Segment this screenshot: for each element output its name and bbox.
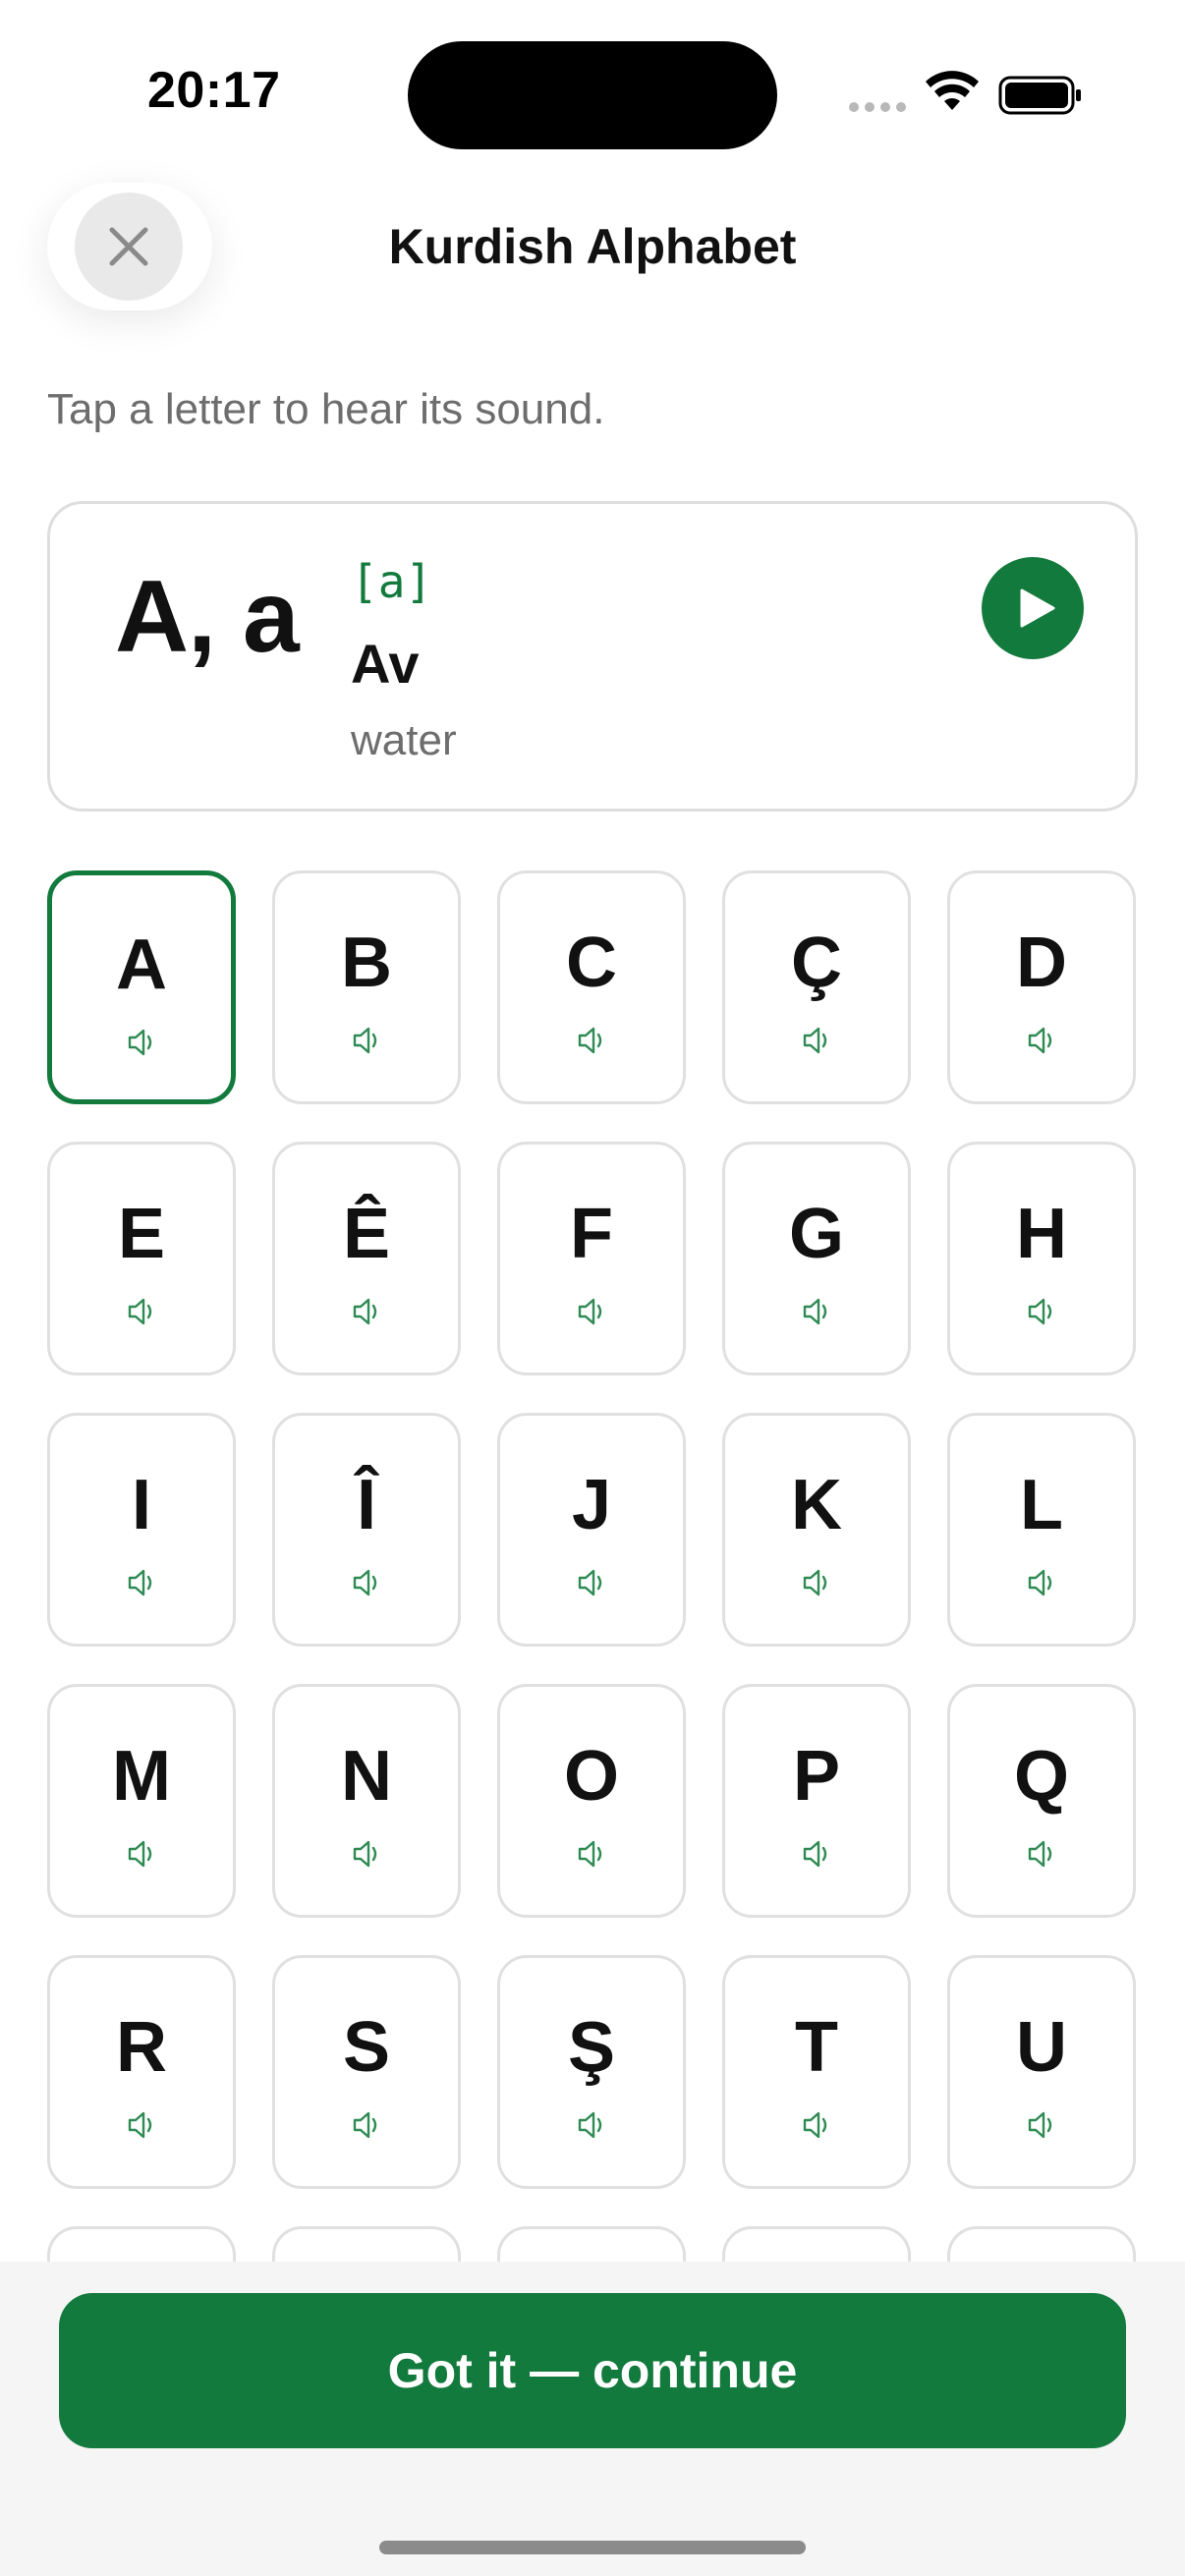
home-indicator	[379, 2541, 806, 2554]
letter-tile-label: P	[792, 1737, 841, 1816]
speaker-icon	[799, 1836, 834, 1872]
letter-tile-label: M	[112, 1737, 171, 1816]
instruction-text: Tap a letter to hear its sound.	[47, 385, 605, 433]
letter-tile[interactable]: H	[947, 1142, 1136, 1375]
letter-tile-label: L	[1020, 1466, 1063, 1544]
example-word: Av	[351, 633, 420, 695]
letter-tile[interactable]: Ş	[497, 1955, 686, 2189]
letter-tile-label: N	[341, 1737, 392, 1816]
letter-tile-label: B	[341, 924, 392, 1002]
letter-tile-label: J	[571, 1466, 612, 1544]
letter-tile-label: Q	[1013, 1737, 1069, 1816]
speaker-icon	[574, 1565, 609, 1600]
wifi-icon	[926, 71, 979, 110]
speaker-icon	[124, 1025, 159, 1060]
speaker-icon	[574, 1023, 609, 1058]
featured-letter: A, a	[115, 560, 300, 674]
letter-tile-label: U	[1016, 2008, 1067, 2087]
letter-tile[interactable]: Ç	[722, 870, 911, 1104]
letter-tile-label: R	[116, 2008, 167, 2087]
letter-tile-label: E	[117, 1195, 166, 1273]
letter-tile-label: K	[791, 1466, 842, 1544]
letter-tile[interactable]: G	[722, 1142, 911, 1375]
speaker-icon	[1024, 1023, 1059, 1058]
letter-tile-label: T	[795, 2008, 838, 2087]
letter-tile-label: Î	[356, 1466, 376, 1544]
speaker-icon	[1024, 1565, 1059, 1600]
letter-tile[interactable]: Ê	[272, 1142, 461, 1375]
speaker-icon	[799, 1565, 834, 1600]
letter-tile[interactable]: F	[497, 1142, 686, 1375]
cellular-signal-icon	[849, 102, 906, 112]
letter-tile[interactable]: M	[47, 1684, 236, 1918]
letter-tile[interactable]: O	[497, 1684, 686, 1918]
speaker-icon	[799, 1023, 834, 1058]
speaker-icon	[349, 1836, 384, 1872]
page-title: Kurdish Alphabet	[388, 219, 797, 274]
status-bar: 20:17	[0, 0, 1185, 167]
speaker-icon	[574, 2107, 609, 2143]
letter-tile-label: Ç	[791, 924, 842, 1002]
letter-tile[interactable]: U	[947, 1955, 1136, 2189]
speaker-icon	[349, 1565, 384, 1600]
speaker-icon	[124, 1294, 159, 1329]
speaker-icon	[349, 1294, 384, 1329]
speaker-icon	[799, 1294, 834, 1329]
speaker-icon	[124, 1565, 159, 1600]
letter-tile[interactable]: P	[722, 1684, 911, 1918]
letter-tile[interactable]: N	[272, 1684, 461, 1918]
speaker-icon	[574, 1294, 609, 1329]
letter-tile[interactable]: T	[722, 1955, 911, 2189]
letter-tile[interactable]: Î	[272, 1413, 461, 1647]
battery-icon	[998, 76, 1081, 115]
letter-tile-label: H	[1016, 1195, 1067, 1273]
letter-tile[interactable]: B	[272, 870, 461, 1104]
letter-tile[interactable]: Q	[947, 1684, 1136, 1918]
letter-tile[interactable]: K	[722, 1413, 911, 1647]
letter-tile[interactable]: C	[497, 870, 686, 1104]
play-button[interactable]	[982, 557, 1084, 659]
letter-tile-label: G	[788, 1195, 844, 1273]
example-meaning: water	[351, 716, 457, 764]
continue-button[interactable]: Got it — continue	[59, 2293, 1126, 2448]
speaker-icon	[799, 2107, 834, 2143]
letter-tile[interactable]: E	[47, 1142, 236, 1375]
speaker-icon	[1024, 1836, 1059, 1872]
letter-tile-label: F	[570, 1195, 613, 1273]
letter-grid: A B C Ç D E Ê F G H I Î J K L M N O P Q R S Ş T U	[47, 870, 1138, 2460]
speaker-icon	[1024, 2107, 1059, 2143]
letter-tile-label: O	[563, 1737, 619, 1816]
letter-tile[interactable]: L	[947, 1413, 1136, 1647]
speaker-icon	[1024, 1294, 1059, 1329]
bottom-bar: Got it — continue	[0, 2262, 1185, 2576]
speaker-icon	[124, 1836, 159, 1872]
letter-tile[interactable]: J	[497, 1413, 686, 1647]
letter-tile-label: Ê	[342, 1195, 391, 1273]
pronunciation-ipa: [a]	[351, 555, 433, 608]
featured-letter-card: A, a [a] Av water	[47, 501, 1138, 812]
letter-tile[interactable]: D	[947, 870, 1136, 1104]
letter-tile-label: D	[1016, 924, 1067, 1002]
letter-tile-label: S	[342, 2008, 391, 2087]
letter-tile[interactable]: I	[47, 1413, 236, 1647]
speaker-icon	[574, 1836, 609, 1872]
letter-tile-label: C	[566, 924, 617, 1002]
letter-tile[interactable]: A	[47, 870, 236, 1104]
letter-tile-label: Ş	[567, 2008, 616, 2087]
status-time: 20:17	[147, 62, 281, 119]
speaker-icon	[124, 2107, 159, 2143]
letter-tile-label: A	[116, 925, 167, 1004]
letter-tile[interactable]: S	[272, 1955, 461, 2189]
letter-tile[interactable]: R	[47, 1955, 236, 2189]
play-icon	[1020, 588, 1055, 628]
letter-tile-label: I	[131, 1466, 151, 1544]
dynamic-island	[408, 41, 777, 149]
speaker-icon	[349, 2107, 384, 2143]
speaker-icon	[349, 1023, 384, 1058]
